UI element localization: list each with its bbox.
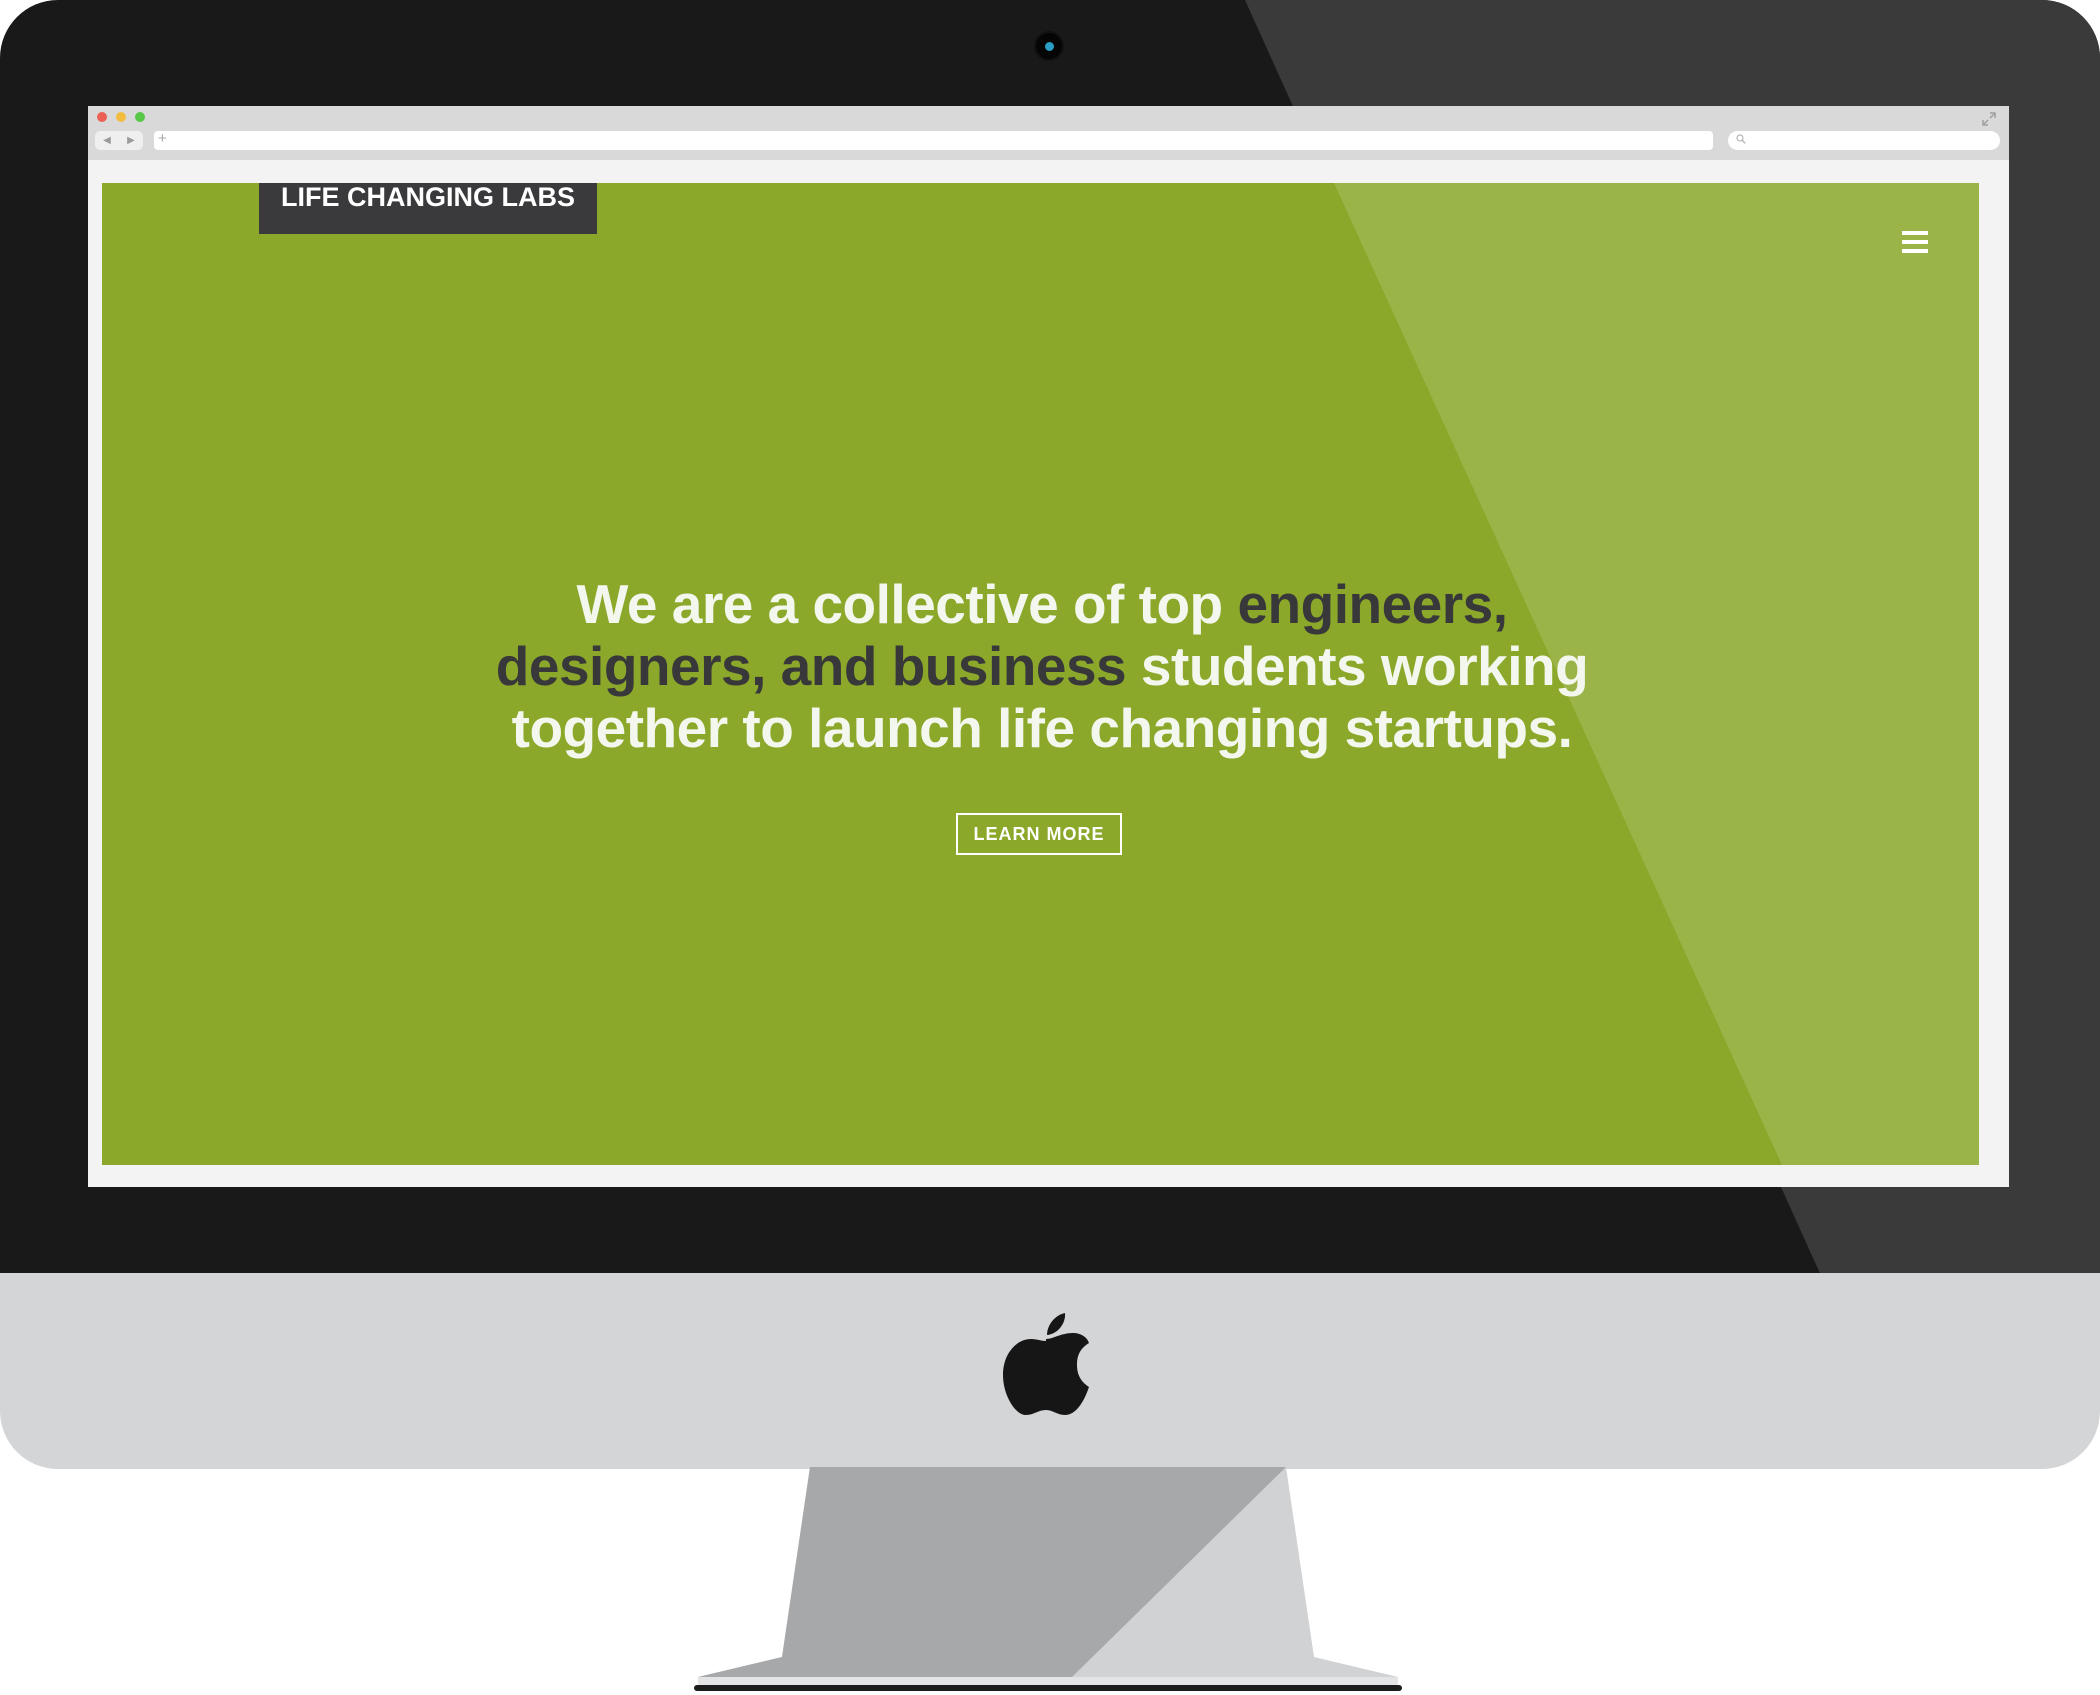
minimize-window-icon[interactable]	[116, 112, 126, 122]
screen: ◀ ▶ + LIFE CHANGING LABS We are a collec…	[88, 106, 2009, 1187]
nav-buttons: ◀ ▶	[95, 131, 143, 150]
brand-logo[interactable]: LIFE CHANGING LABS	[259, 183, 597, 234]
hero-headline: We are a collective of top engineers, de…	[462, 573, 1622, 759]
close-window-icon[interactable]	[97, 112, 107, 122]
camera-lens	[1045, 42, 1054, 51]
monitor-stand	[694, 1467, 1402, 1691]
hamburger-menu-icon[interactable]	[1902, 230, 1928, 254]
address-bar[interactable]	[154, 131, 1713, 150]
browser-toolbar: ◀ ▶ +	[88, 106, 2009, 160]
apple-logo-icon	[1003, 1313, 1089, 1415]
search-icon	[1736, 134, 1746, 144]
hero-section: LIFE CHANGING LABS We are a collective o…	[102, 183, 1979, 1165]
headline-lead: We are a collective of top	[576, 573, 1238, 635]
browser-search-input[interactable]	[1728, 131, 2000, 150]
brand-name: LIFE CHANGING LABS	[281, 183, 575, 212]
add-tab-icon[interactable]: +	[158, 129, 167, 149]
forward-icon[interactable]: ▶	[127, 135, 135, 146]
back-icon[interactable]: ◀	[103, 135, 111, 146]
learn-more-button[interactable]: LEARN MORE	[956, 813, 1122, 855]
maximize-window-icon[interactable]	[135, 112, 145, 122]
expand-icon[interactable]	[1982, 112, 1996, 126]
